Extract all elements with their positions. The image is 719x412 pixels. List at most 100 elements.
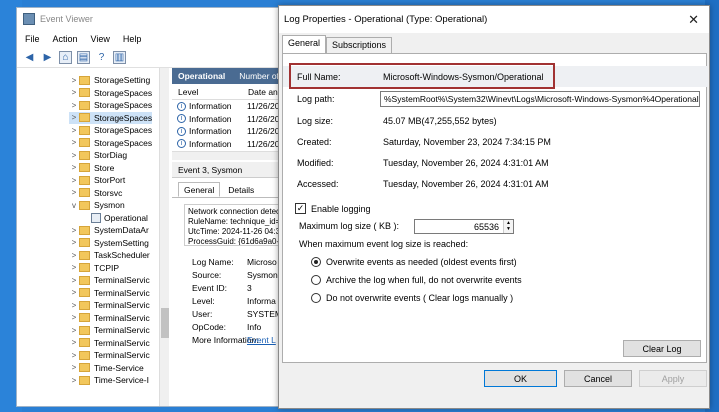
chevron-right-icon[interactable]: > [69, 138, 79, 147]
radio-overwrite[interactable]: Overwrite events as needed (oldest event… [311, 257, 517, 267]
chevron-right-icon[interactable]: > [69, 188, 79, 197]
chevron-right-icon[interactable]: > [69, 226, 79, 235]
menu-help[interactable]: Help [123, 34, 142, 44]
forward-arrow-icon[interactable]: ▶ [41, 51, 54, 64]
chevron-right-icon[interactable]: > [69, 251, 79, 260]
tree-item[interactable]: > StorageSpaces [69, 99, 152, 112]
general-tab-panel: Full Name: Microsoft-Windows-Sysmon/Oper… [282, 53, 708, 363]
tree-item[interactable]: > StorDiag [69, 149, 127, 162]
ok-button[interactable]: OK [484, 370, 557, 387]
max-size-stepper[interactable]: 65536 ▲ ▼ [414, 219, 514, 234]
tree-item[interactable]: > StorageSpaces [69, 111, 153, 124]
apply-button[interactable]: Apply [639, 370, 707, 387]
folder-icon [79, 250, 90, 260]
tree-item[interactable]: Operational [91, 212, 148, 225]
console-tree-icon[interactable]: ▤ [77, 51, 90, 64]
radio-selected-icon[interactable] [311, 257, 321, 267]
tree-scrollbar[interactable] [159, 68, 169, 406]
tree-item[interactable]: > SystemSetting [69, 237, 149, 250]
chevron-right-icon[interactable]: > [69, 151, 79, 160]
tree-item[interactable]: > StorageSpaces [69, 87, 152, 100]
chevron-right-icon[interactable]: > [69, 176, 79, 185]
cancel-button[interactable]: Cancel [564, 370, 632, 387]
tree-item[interactable]: > Storsvc [69, 187, 123, 200]
tree-item[interactable]: > TerminalServic [69, 274, 150, 287]
menu-view[interactable]: View [91, 34, 110, 44]
tree-item[interactable]: > TerminalServic [69, 312, 150, 325]
chevron-right-icon[interactable]: > [69, 276, 79, 285]
tab-general[interactable]: General [282, 35, 327, 53]
tree-item[interactable]: v Sysmon [69, 199, 125, 212]
action-pane-icon[interactable]: ▥ [113, 51, 126, 64]
tree-item[interactable]: > StorageSpaces [69, 137, 152, 150]
chevron-right-icon[interactable]: > [69, 326, 79, 335]
event-property-value: Microso [247, 256, 277, 267]
chevron-right-icon[interactable]: > [69, 351, 79, 360]
menu-action[interactable]: Action [53, 34, 78, 44]
tree-item[interactable]: > TerminalServic [69, 287, 150, 300]
tree-item[interactable]: > StorPort [69, 174, 126, 187]
event-property-key: Event ID: [192, 282, 227, 293]
chevron-right-icon[interactable]: > [69, 301, 79, 310]
chevron-right-icon[interactable]: > [69, 313, 79, 322]
event-level: Information [189, 138, 232, 149]
tab-subscriptions[interactable]: Subscriptions [326, 37, 393, 53]
modified-row: Modified: Tuesday, November 26, 2024 4:3… [283, 152, 708, 173]
chevron-right-icon[interactable]: > [69, 101, 79, 110]
tree-item[interactable]: > StorageSpaces [69, 124, 152, 137]
spin-arrows-icon[interactable]: ▲ ▼ [503, 220, 513, 233]
tree-item[interactable]: > TerminalServic [69, 324, 150, 337]
close-icon[interactable]: ✕ [688, 12, 699, 28]
event-property-value: Info [247, 321, 262, 332]
tree-item[interactable]: > StorageSetting [69, 74, 151, 87]
folder-up-icon[interactable]: ⌂ [59, 51, 72, 64]
chevron-right-icon[interactable]: > [69, 76, 79, 85]
log-properties-dialog: Log Properties - Operational (Type: Oper… [278, 5, 710, 409]
chevron-right-icon[interactable]: > [69, 288, 79, 297]
chevron-right-icon[interactable]: > [69, 238, 79, 247]
tree-item[interactable]: > Store [69, 162, 115, 175]
back-arrow-icon[interactable]: ◀ [23, 51, 36, 64]
radio-unselected-icon[interactable] [311, 293, 321, 303]
folder-icon [79, 188, 90, 198]
tree-item-label: StorPort [94, 175, 126, 186]
help-icon[interactable]: ? [95, 51, 108, 64]
chevron-right-icon[interactable]: > [69, 263, 79, 272]
menu-file[interactable]: File [25, 34, 40, 44]
event-property-key: Source: [192, 269, 222, 280]
tree-item[interactable]: > Time-Service [69, 362, 144, 375]
created-row: Created: Saturday, November 23, 2024 7:3… [283, 131, 708, 152]
folder-icon [79, 138, 90, 148]
tree-item[interactable]: > TCPIP [69, 262, 119, 275]
radio-do-not-overwrite[interactable]: Do not overwrite events ( Clear logs man… [311, 293, 513, 303]
chevron-right-icon[interactable]: > [69, 376, 79, 385]
tree-item[interactable]: > Time-Service-I [69, 374, 149, 387]
chevron-right-icon[interactable]: > [69, 363, 79, 372]
tab-event-details[interactable]: Details [222, 182, 260, 197]
chevron-right-icon[interactable]: > [69, 338, 79, 347]
tree-item[interactable]: > TaskScheduler [69, 249, 150, 262]
chevron-right-icon[interactable]: > [69, 113, 79, 122]
tree-item[interactable]: > TerminalServic [69, 349, 150, 362]
column-level[interactable]: Level [172, 87, 242, 97]
tree-item[interactable]: > TerminalServic [69, 299, 150, 312]
chevron-down-icon[interactable]: v [69, 201, 79, 210]
max-size-value[interactable]: 65536 [474, 222, 499, 232]
enable-logging-checkbox[interactable]: ✓ Enable logging [295, 203, 371, 214]
event-property-key: OpCode: [192, 321, 227, 332]
tree-scrollbar-thumb[interactable] [161, 308, 169, 338]
tab-event-general[interactable]: General [178, 182, 221, 197]
tree-item-label: TerminalServic [94, 275, 150, 286]
tree-item[interactable]: > TerminalServic [69, 337, 150, 350]
folder-icon [79, 113, 90, 123]
log-path-field[interactable]: %SystemRoot%\System32\Winevt\Logs\Micros… [380, 91, 700, 107]
chevron-right-icon[interactable]: > [69, 163, 79, 172]
checkmark-icon[interactable]: ✓ [295, 203, 306, 214]
radio-unselected-icon[interactable] [311, 275, 321, 285]
tree-item[interactable]: > SystemDataAr [69, 224, 149, 237]
radio-archive[interactable]: Archive the log when full, do not overwr… [311, 275, 522, 285]
clear-log-button[interactable]: Clear Log [623, 340, 701, 357]
chevron-right-icon[interactable]: > [69, 126, 79, 135]
chevron-right-icon[interactable]: > [69, 88, 79, 97]
event-log-online-help-link[interactable]: Event L [247, 335, 276, 345]
